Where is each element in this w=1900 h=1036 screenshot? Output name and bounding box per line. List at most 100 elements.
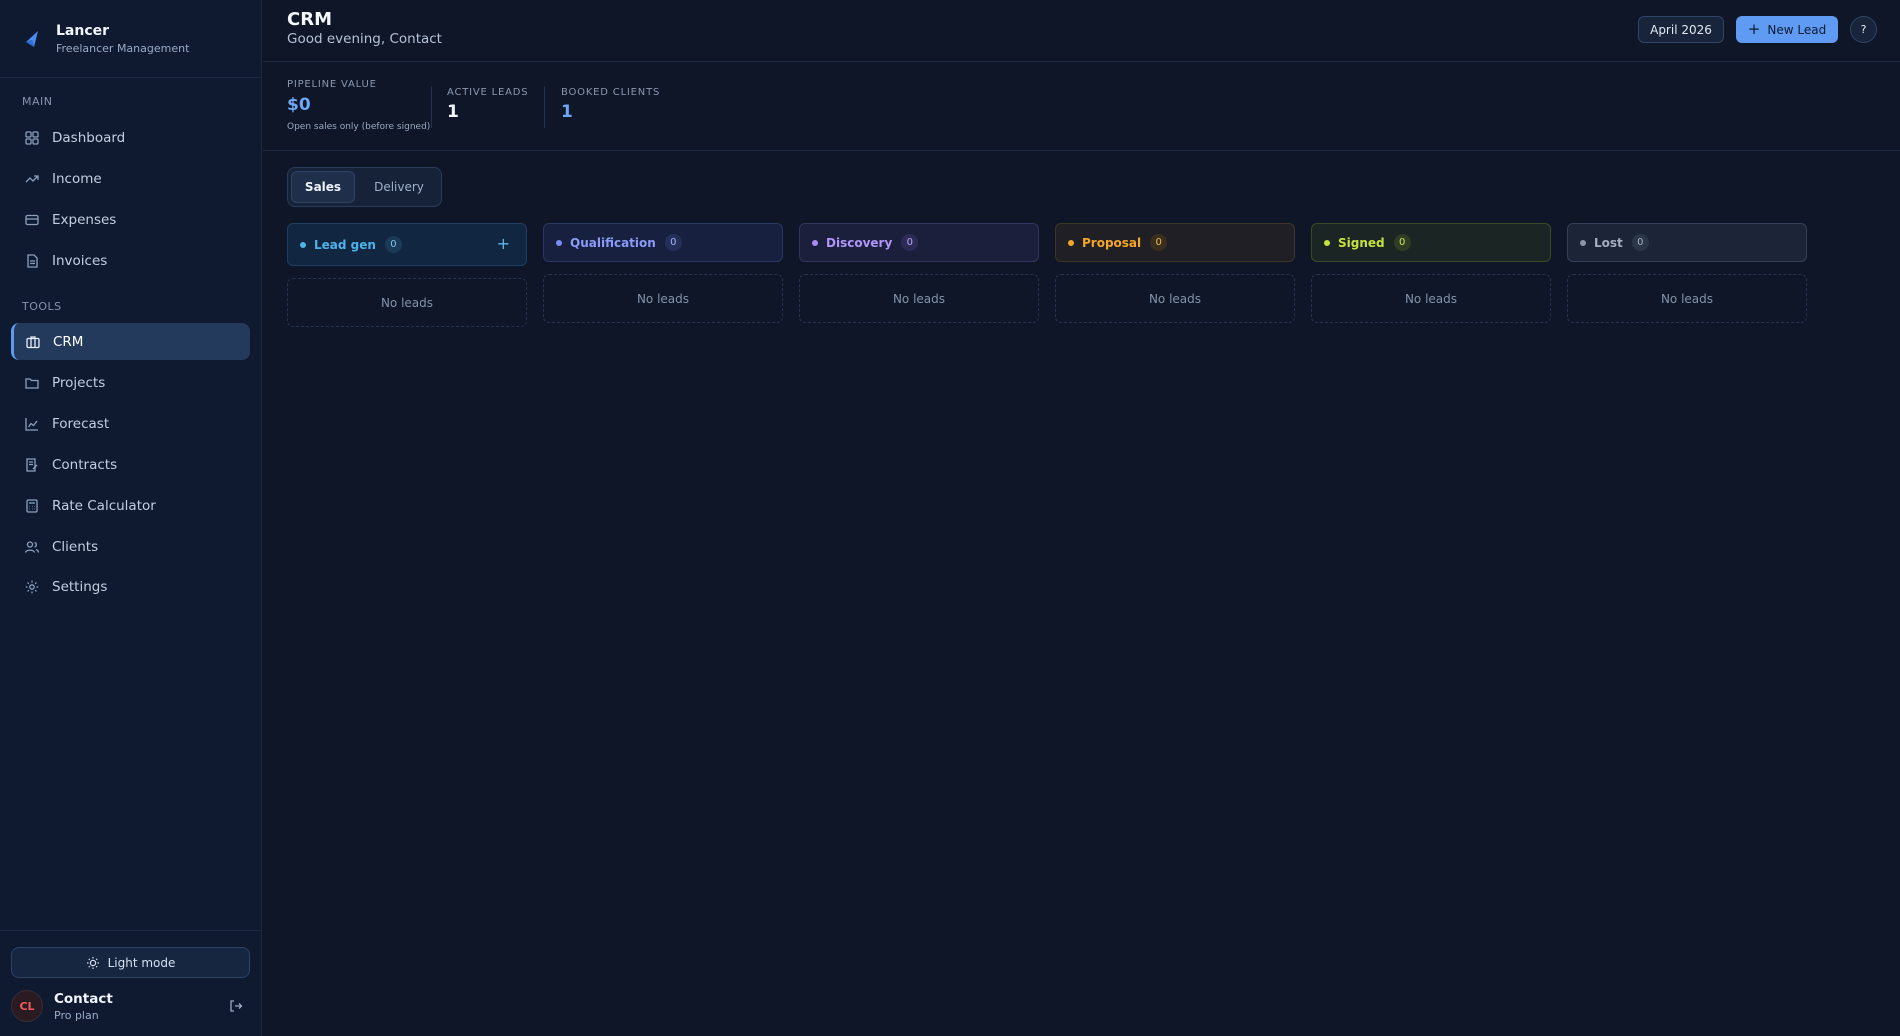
column-header-lead-gen[interactable]: Lead gen 0 + [287,223,527,266]
new-lead-button[interactable]: + New Lead [1736,16,1838,43]
tab-sales[interactable]: Sales [291,171,355,203]
app-name: Lancer [56,22,110,39]
sidebar-item-label: Projects [52,374,106,391]
users-icon [24,539,40,555]
tab-delivery[interactable]: Delivery [358,171,440,203]
pipeline-tabs: Sales Delivery [287,167,442,207]
column-count: 0 [664,234,682,251]
sidebar-item-label: Dashboard [52,129,126,146]
month-selector[interactable]: April 2026 [1638,16,1724,43]
sun-icon [86,956,100,970]
section-label-tools: TOOLS [22,300,62,313]
calculator-icon [24,498,40,514]
line-chart-icon [24,416,40,432]
light-mode-button[interactable]: Light mode [11,947,250,978]
column-title: Lost [1594,235,1623,250]
new-lead-label: New Lead [1767,22,1827,37]
sidebar-item-label: CRM [53,333,84,350]
sidebar-item-label: Clients [52,538,99,555]
page-title: CRM [287,9,332,30]
column-empty-lost: No leads [1567,274,1807,323]
greeting: Good evening, Contact [287,31,442,47]
column-count: 0 [1631,234,1649,251]
sidebar-item-rate-calculator[interactable]: Rate Calculator [11,487,250,524]
active-leads-value: 1 [447,102,459,122]
sidebar-item-invoices[interactable]: Invoices [11,242,250,279]
sidebar-item-label: Contracts [52,456,118,473]
stats-bar: PIPELINE VALUE $0 Open sales only (befor… [263,62,1900,151]
sidebar-item-projects[interactable]: Projects [11,364,250,401]
column-empty-signed: No leads [1311,274,1551,323]
sidebar-item-clients[interactable]: Clients [11,528,250,565]
booked-clients-value: 1 [561,102,573,122]
gear-icon [24,579,40,595]
column-header-qualification[interactable]: Qualification 0 [543,223,783,262]
column-title: Qualification [570,235,656,250]
app-subtitle: Freelancer Management [56,41,190,55]
column-header-discovery[interactable]: Discovery 0 [799,223,1039,262]
user-profile[interactable]: CL Contact Pro plan [11,989,250,1023]
status-dot [812,239,818,246]
trending-up-icon [24,171,40,187]
status-dot [556,239,562,246]
sidebar-item-label: Settings [52,578,108,595]
column-count: 0 [901,234,919,251]
user-name: Contact [54,990,113,1007]
avatar: CL [11,990,43,1022]
stat-divider [431,86,432,128]
column-title: Signed [1338,235,1385,250]
status-dot [1068,239,1074,246]
sidebar-item-crm[interactable]: CRM [11,323,250,360]
status-dot [1580,239,1586,246]
sidebar-item-contracts[interactable]: Contracts [11,446,250,483]
sidebar-item-label: Rate Calculator [52,497,156,514]
column-title: Lead gen [314,237,376,252]
sidebar-item-label: Expenses [52,211,117,228]
plus-icon: + [1747,20,1761,38]
briefcase-icon [25,334,41,350]
active-leads-label: ACTIVE LEADS [447,87,529,98]
column-empty-qualification: No leads [543,274,783,323]
pipeline-value: $0 [287,95,311,115]
sidebar-item-income[interactable]: Income [11,160,250,197]
sidebar: Lancer Freelancer Management MAIN Dashbo… [0,0,262,1036]
sidebar-item-label: Forecast [52,415,110,432]
status-dot [300,241,306,248]
help-button[interactable]: ? [1850,16,1877,43]
sidebar-item-dashboard[interactable]: Dashboard [11,119,250,156]
column-count: 0 [1393,234,1411,251]
sidebar-item-forecast[interactable]: Forecast [11,405,250,442]
lancer-logo-icon [22,28,44,50]
sidebar-item-label: Income [52,170,102,187]
stat-divider [544,86,545,128]
brand[interactable]: Lancer Freelancer Management [0,0,261,78]
sidebar-item-settings[interactable]: Settings [11,568,250,605]
column-empty-proposal: No leads [1055,274,1295,323]
sidebar-item-label: Invoices [52,252,108,269]
column-empty-discovery: No leads [799,274,1039,323]
sidebar-divider [0,930,262,931]
column-title: Discovery [826,235,893,250]
column-header-lost[interactable]: Lost 0 [1567,223,1807,262]
pipeline-note: Open sales only (before signed) [287,122,431,132]
add-lead-icon[interactable]: + [497,234,510,253]
folder-icon [24,375,40,391]
user-plan: Pro plan [54,1008,99,1022]
credit-card-icon [24,212,40,228]
section-label-main: MAIN [22,95,53,108]
column-title: Proposal [1082,235,1142,250]
file-text-icon [24,253,40,269]
logout-icon[interactable] [228,998,244,1014]
column-empty-lead-gen: No leads [287,278,527,327]
sidebar-item-expenses[interactable]: Expenses [11,201,250,238]
pipeline-value-label: PIPELINE VALUE [287,79,377,90]
column-count: 0 [1150,234,1168,251]
column-header-proposal[interactable]: Proposal 0 [1055,223,1295,262]
column-header-signed[interactable]: Signed 0 [1311,223,1551,262]
booked-clients-label: BOOKED CLIENTS [561,87,661,98]
column-count: 0 [384,236,402,253]
status-dot [1324,239,1330,246]
contract-icon [24,457,40,473]
page-header: CRM Good evening, Contact April 2026 + N… [263,0,1900,62]
light-mode-label: Light mode [107,955,176,970]
